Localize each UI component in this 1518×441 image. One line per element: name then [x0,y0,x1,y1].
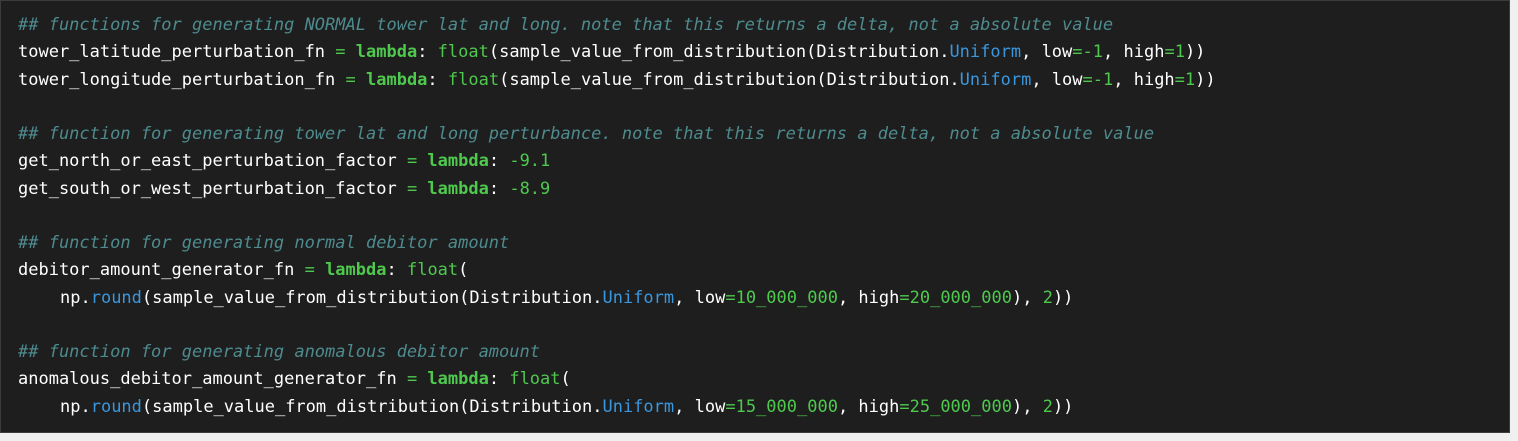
assign-operator: = [396,151,428,172]
close-paren: )) [1052,396,1074,417]
colon: : [417,42,438,63]
assign-operator: = [325,42,356,63]
equals: = [899,396,910,417]
arg-name: , high [837,396,900,417]
arg-name: , low [1021,42,1073,63]
equals: = [1164,42,1175,63]
arg-name: , high [1103,42,1165,63]
close-paren: )) [1184,42,1206,63]
lambda-keyword: lambda [325,260,387,281]
code-cell[interactable]: ## functions for generating NORMAL tower… [0,0,1510,433]
assign-operator: = [335,69,366,90]
comment-text: ## function for generating anomalous deb… [18,342,540,362]
module-name: np. [60,396,91,417]
round-func: round [90,287,142,308]
arg-name: , high [837,287,900,308]
equals: = [1174,69,1185,90]
number-low: -1 [1082,42,1104,63]
float-builtin: float [447,69,500,90]
page-margin-bottom [0,433,1518,441]
colon: : [488,369,510,390]
enum-attr: Uniform [602,287,675,308]
variable-name: tower_latitude_perturbation_fn [18,42,326,63]
comment-text: ## function for generating normal debito… [18,233,510,253]
colon: : [386,260,407,281]
code-line: tower_latitude_perturbation_fn = lambda:… [18,39,1509,66]
number-digits: 2 [1042,287,1053,308]
call-text: (sample_value_from_distribution(Distribu… [141,396,603,417]
code-line: debitor_amount_generator_fn = lambda: fl… [18,257,1509,284]
code-line: anomalous_debitor_amount_generator_fn = … [18,366,1509,393]
open-paren: ( [458,260,469,281]
equals: = [1072,42,1083,63]
arg-name: , low [674,396,726,417]
code-comment: ## function for generating tower lat and… [18,121,1509,148]
arg-name: , high [1113,69,1175,90]
equals: = [899,287,910,308]
enum-attr: Uniform [949,42,1022,63]
colon: : [488,151,510,172]
code-line: np.round(sample_value_from_distribution(… [18,285,1509,312]
call-text: (sample_value_from_distribution(Distribu… [499,69,960,90]
number-value: -9.1 [509,151,551,172]
assign-operator: = [294,260,326,281]
lambda-keyword: lambda [427,178,489,199]
variable-name: anomalous_debitor_amount_generator_fn [18,369,397,390]
arg-name: , low [674,287,726,308]
lambda-keyword: lambda [427,369,489,390]
number-high: 25_000_000 [909,396,1012,417]
number-low: -1 [1092,69,1114,90]
enum-attr: Uniform [602,396,675,417]
variable-name: get_north_or_east_perturbation_factor [18,151,397,172]
close-paren: )) [1195,69,1216,90]
code-line: tower_longitude_perturbation_fn = lambda… [18,67,1509,94]
equals: = [725,287,736,308]
comment-text: ## functions for generating NORMAL tower… [18,15,1114,35]
code-line: get_north_or_east_perturbation_factor = … [18,148,1509,175]
variable-name: tower_longitude_perturbation_fn [18,69,336,90]
number-low: 10_000_000 [735,287,838,308]
open-paren: ( [560,369,571,390]
float-builtin: float [509,369,561,390]
equals: = [1082,69,1093,90]
equals: = [725,396,736,417]
assign-operator: = [396,178,428,199]
code-comment: ## function for generating normal debito… [18,230,1509,257]
page-margin-right [1510,0,1518,441]
lambda-keyword: lambda [355,42,418,63]
colon: : [488,178,510,199]
number-high: 1 [1184,69,1196,90]
code-line: np.round(sample_value_from_distribution(… [18,394,1509,421]
arg-name: , low [1031,69,1083,90]
number-digits: 2 [1042,396,1053,417]
lambda-keyword: lambda [366,69,428,90]
enum-attr: Uniform [959,69,1032,90]
close-paren: )) [1052,287,1074,308]
number-high: 1 [1174,42,1185,63]
close-paren: ), [1011,396,1043,417]
round-func: round [90,396,142,417]
colon: : [427,69,448,90]
variable-name: get_south_or_west_perturbation_factor [18,178,397,199]
module-name: np. [60,287,91,308]
close-paren: ), [1011,287,1043,308]
comment-text: ## function for generating tower lat and… [18,124,1155,144]
float-builtin: float [437,42,489,63]
call-text: (sample_value_from_distribution(Distribu… [141,287,603,308]
code-comment: ## function for generating anomalous deb… [18,339,1509,366]
number-value: -8.9 [509,178,551,199]
float-builtin: float [406,260,459,281]
code-line: get_south_or_west_perturbation_factor = … [18,176,1509,203]
assign-operator: = [396,369,428,390]
lambda-keyword: lambda [427,151,489,172]
number-high: 20_000_000 [909,287,1012,308]
code-comment: ## functions for generating NORMAL tower… [18,12,1509,39]
call-text: (sample_value_from_distribution(Distribu… [488,42,950,63]
number-low: 15_000_000 [735,396,838,417]
variable-name: debitor_amount_generator_fn [18,260,295,281]
